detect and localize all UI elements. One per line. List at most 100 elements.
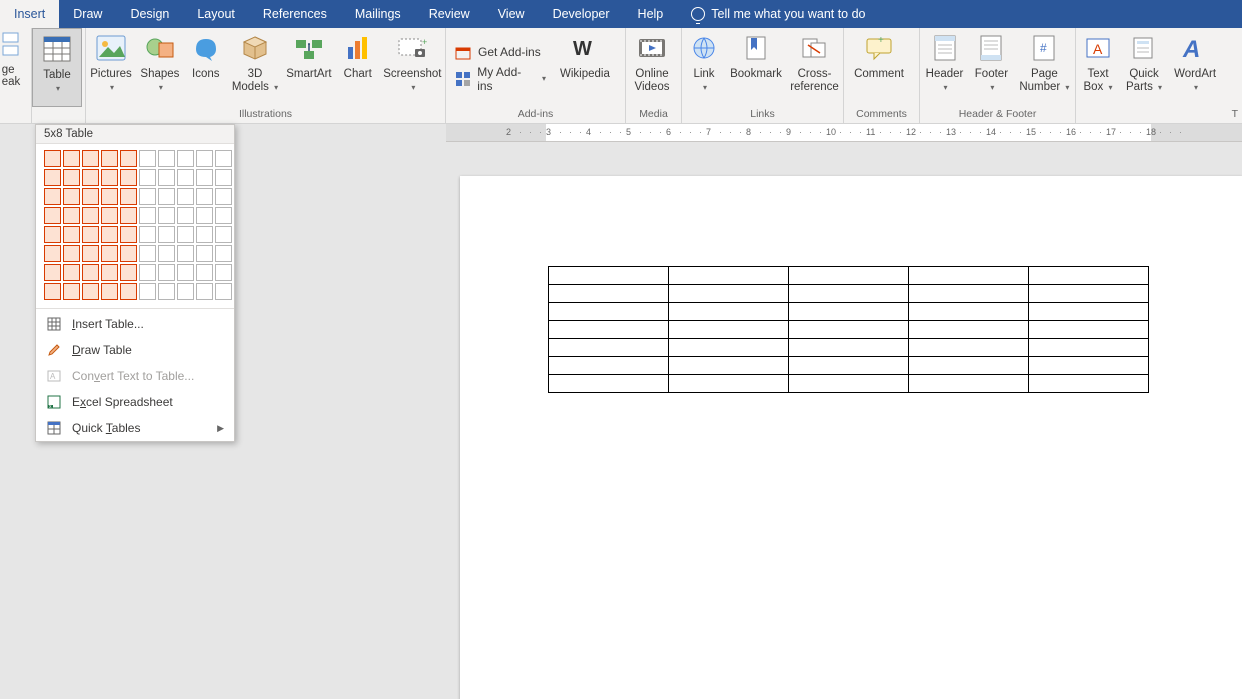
grid-cell[interactable] — [82, 283, 99, 300]
grid-cell[interactable] — [101, 150, 118, 167]
screenshot-button[interactable]: + Screenshot▾ — [380, 28, 445, 107]
table-cell[interactable] — [909, 321, 1029, 339]
grid-cell[interactable] — [196, 283, 213, 300]
table-cell[interactable] — [789, 339, 909, 357]
grid-cell[interactable] — [196, 264, 213, 281]
table-cell[interactable] — [909, 375, 1029, 393]
link-button[interactable]: Link▾ — [682, 28, 726, 107]
table-button[interactable]: Table▾ — [32, 28, 82, 107]
grid-cell[interactable] — [63, 207, 80, 224]
table-cell[interactable] — [789, 267, 909, 285]
grid-cell[interactable] — [196, 207, 213, 224]
grid-cell[interactable] — [63, 169, 80, 186]
table-cell[interactable] — [1029, 321, 1149, 339]
tab-help[interactable]: Help — [624, 0, 678, 28]
table-cell[interactable] — [909, 357, 1029, 375]
excel-spreadsheet-menuitem[interactable]: x Excel Spreadsheet — [36, 389, 234, 415]
table-cell[interactable] — [789, 375, 909, 393]
grid-cell[interactable] — [63, 188, 80, 205]
online-videos-button[interactable]: Online Videos — [626, 28, 678, 107]
grid-cell[interactable] — [177, 226, 194, 243]
grid-cell[interactable] — [158, 207, 175, 224]
table-cell[interactable] — [549, 357, 669, 375]
table-cell[interactable] — [669, 321, 789, 339]
grid-cell[interactable] — [82, 226, 99, 243]
tab-layout[interactable]: Layout — [183, 0, 249, 28]
grid-cell[interactable] — [63, 245, 80, 262]
page-break-button[interactable]: ge eak — [0, 28, 28, 107]
3d-models-button[interactable]: 3D Models ▾ — [228, 28, 282, 107]
grid-cell[interactable] — [177, 169, 194, 186]
quick-parts-button[interactable]: Quick Parts ▾ — [1120, 28, 1168, 107]
grid-cell[interactable] — [196, 150, 213, 167]
pictures-button[interactable]: Pictures▾ — [86, 28, 136, 107]
tab-references[interactable]: References — [249, 0, 341, 28]
my-addins-button[interactable]: My Add-ins ▾ — [448, 63, 552, 95]
grid-cell[interactable] — [139, 150, 156, 167]
grid-cell[interactable] — [44, 264, 61, 281]
table-cell[interactable] — [1029, 339, 1149, 357]
table-cell[interactable] — [909, 285, 1029, 303]
grid-cell[interactable] — [101, 169, 118, 186]
table-cell[interactable] — [549, 267, 669, 285]
comment-button[interactable]: + Comment — [844, 28, 914, 107]
table-cell[interactable] — [909, 267, 1029, 285]
grid-cell[interactable] — [82, 150, 99, 167]
smartart-button[interactable]: SmartArt — [282, 28, 336, 107]
grid-cell[interactable] — [158, 226, 175, 243]
table-cell[interactable] — [789, 285, 909, 303]
table-size-grid[interactable] — [44, 150, 226, 300]
table-cell[interactable] — [669, 285, 789, 303]
chart-button[interactable]: Chart — [336, 28, 380, 107]
shapes-button[interactable]: Shapes▾ — [136, 28, 184, 107]
table-cell[interactable] — [669, 267, 789, 285]
grid-cell[interactable] — [215, 264, 232, 281]
grid-cell[interactable] — [63, 226, 80, 243]
table-cell[interactable] — [669, 357, 789, 375]
grid-cell[interactable] — [120, 283, 137, 300]
grid-cell[interactable] — [44, 188, 61, 205]
grid-cell[interactable] — [63, 283, 80, 300]
grid-cell[interactable] — [139, 188, 156, 205]
grid-cell[interactable] — [158, 169, 175, 186]
grid-cell[interactable] — [44, 245, 61, 262]
grid-cell[interactable] — [177, 150, 194, 167]
grid-cell[interactable] — [196, 169, 213, 186]
grid-cell[interactable] — [44, 207, 61, 224]
table-cell[interactable] — [549, 285, 669, 303]
tab-mailings[interactable]: Mailings — [341, 0, 415, 28]
bookmark-button[interactable]: Bookmark — [726, 28, 786, 107]
grid-cell[interactable] — [101, 188, 118, 205]
grid-cell[interactable] — [196, 226, 213, 243]
grid-cell[interactable] — [158, 188, 175, 205]
grid-cell[interactable] — [82, 264, 99, 281]
tab-view[interactable]: View — [484, 0, 539, 28]
table-cell[interactable] — [1029, 285, 1149, 303]
grid-cell[interactable] — [44, 150, 61, 167]
footer-button[interactable]: Footer▾ — [969, 28, 1014, 107]
grid-cell[interactable] — [158, 150, 175, 167]
table-cell[interactable] — [1029, 375, 1149, 393]
tell-me-search[interactable]: Tell me what you want to do — [677, 0, 879, 28]
page[interactable] — [460, 176, 1242, 699]
grid-cell[interactable] — [44, 169, 61, 186]
grid-cell[interactable] — [158, 245, 175, 262]
grid-cell[interactable] — [139, 169, 156, 186]
grid-cell[interactable] — [101, 264, 118, 281]
grid-cell[interactable] — [101, 226, 118, 243]
wordart-button[interactable]: A WordArt▾ — [1168, 28, 1222, 107]
grid-cell[interactable] — [177, 264, 194, 281]
grid-cell[interactable] — [177, 245, 194, 262]
grid-cell[interactable] — [82, 245, 99, 262]
page-number-button[interactable]: # Page Number ▾ — [1014, 28, 1075, 107]
grid-cell[interactable] — [120, 245, 137, 262]
grid-cell[interactable] — [63, 264, 80, 281]
crossref-button[interactable]: Cross- reference — [786, 28, 843, 107]
table-cell[interactable] — [1029, 267, 1149, 285]
horizontal-ruler[interactable]: 23456789101112131415161718 — [446, 124, 1242, 142]
header-button[interactable]: Header▾ — [920, 28, 969, 107]
tab-developer[interactable]: Developer — [539, 0, 624, 28]
grid-cell[interactable] — [196, 245, 213, 262]
grid-cell[interactable] — [82, 188, 99, 205]
get-addins-button[interactable]: Get Add-ins — [448, 41, 552, 63]
